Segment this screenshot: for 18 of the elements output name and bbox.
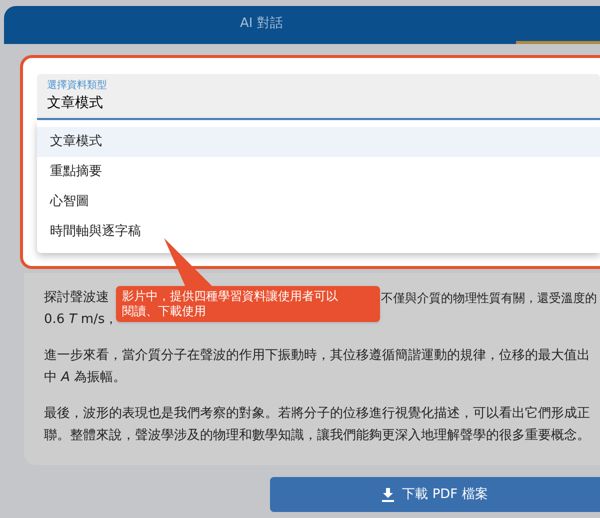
download-button[interactable]: 下載 PDF 檔案	[270, 477, 600, 512]
article-text: 進一步來看，當介質分子在聲波的作用下振動時，其位移遵循簡諧運動的規律，位移的最大值出	[44, 347, 590, 365]
download-icon	[382, 488, 394, 502]
dropdown-option[interactable]: 重點摘要	[37, 157, 600, 187]
field-label: 選擇資料類型	[47, 78, 108, 93]
select-field[interactable]: 選擇資料類型 文章模式	[37, 74, 600, 120]
article-text: 聯。整體來說，聲波學涉及的物理和數學知識，讓我們能夠更深入地理解聲學的很多重要概念。	[44, 427, 590, 445]
article-text: 0.6 T m/s，	[44, 311, 118, 329]
dropdown-option[interactable]: 心智圖	[37, 187, 600, 217]
field-value: 文章模式	[47, 94, 104, 113]
callout-text: 影片中，提供四種學習資料讓使用者可以閱讀、下載使用	[122, 289, 338, 318]
article-text: 中 A 為振幅。	[44, 369, 126, 387]
article-text: 不僅與介質的物理性質有關，還受溫度的	[381, 290, 597, 307]
dropdown-option[interactable]: 時間軸與逐字稿	[37, 217, 600, 247]
article-text: 最後，波形的表現也是我們考察的對象。若將分子的位移進行視覺化描述，可以看出它們形成正	[44, 405, 590, 423]
article-text: 探討聲波速	[44, 289, 109, 307]
tab[interactable]: AI 對話	[4, 6, 303, 44]
dropdown-option[interactable]: 文章模式	[37, 127, 600, 157]
